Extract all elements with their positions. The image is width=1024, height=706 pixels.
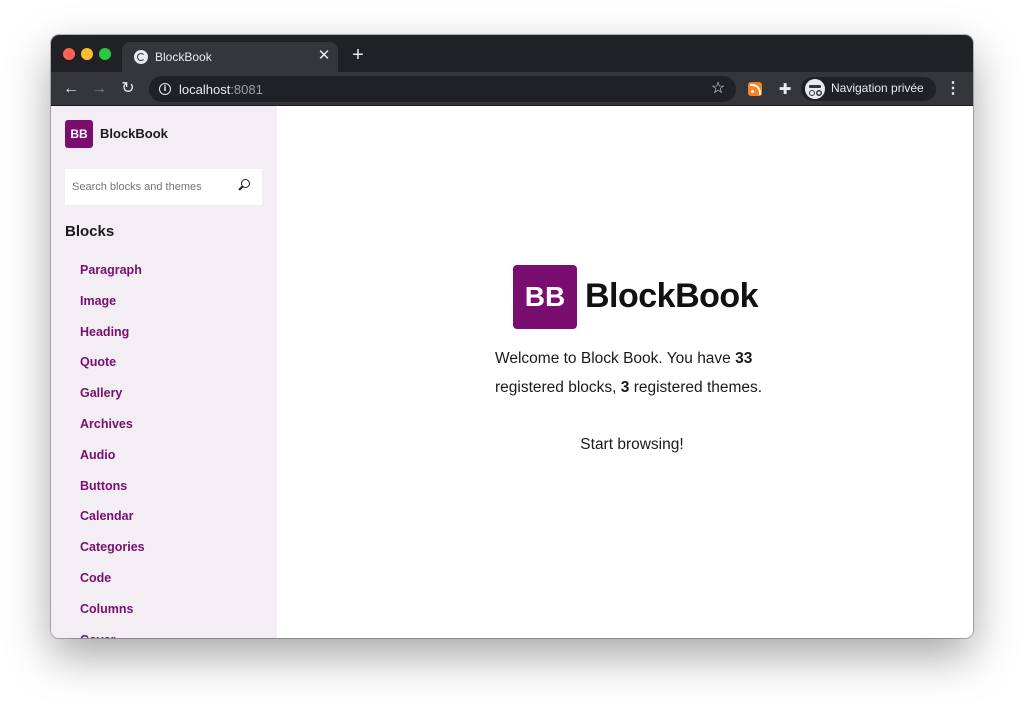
- sidebar-item-gallery[interactable]: Gallery: [80, 378, 145, 409]
- back-arrow-icon[interactable]: ←: [61, 79, 81, 99]
- sidebar-item-categories[interactable]: Categories: [80, 532, 145, 563]
- sidebar-item-heading[interactable]: Heading: [80, 317, 145, 348]
- welcome-prefix: Welcome to Block Book. You have: [495, 350, 736, 367]
- hero-logo: BB BlockBook: [513, 265, 763, 329]
- info-icon[interactable]: i: [159, 83, 171, 95]
- brand-name: BlockBook: [100, 126, 168, 141]
- rss-icon[interactable]: [748, 82, 762, 96]
- url-text[interactable]: localhost:8081: [179, 82, 263, 97]
- brand-logo: BB: [65, 120, 93, 148]
- browser-tab[interactable]: BlockBook ✕: [122, 42, 338, 72]
- incognito-icon: [805, 79, 825, 99]
- maximize-window-button[interactable]: [99, 48, 111, 60]
- sidebar-item-columns[interactable]: Columns: [80, 594, 145, 625]
- sidebar-item-cover[interactable]: Cover: [80, 625, 145, 638]
- close-window-button[interactable]: [63, 48, 75, 60]
- sidebar-item-archives[interactable]: Archives: [80, 409, 145, 440]
- welcome-middle: registered blocks,: [495, 379, 621, 396]
- forward-arrow-icon[interactable]: →: [89, 79, 109, 99]
- sidebar-item-buttons[interactable]: Buttons: [80, 471, 145, 502]
- tab-close-icon[interactable]: ✕: [316, 47, 332, 65]
- incognito-profile-button[interactable]: Navigation privée: [801, 77, 936, 101]
- start-browsing-text: Start browsing!: [580, 436, 684, 453]
- page-content: BB BlockBook Blocks Paragraph Image Head…: [51, 106, 973, 638]
- search-box: [65, 169, 262, 205]
- sidebar-item-calendar[interactable]: Calendar: [80, 501, 145, 532]
- new-tab-button[interactable]: +: [348, 45, 368, 65]
- address-bar[interactable]: i localhost:8081 ☆: [149, 76, 736, 102]
- url-port: :8081: [230, 82, 263, 97]
- url-host: localhost: [179, 82, 231, 97]
- browser-window: BlockBook ✕ + ← → ↻ i localhost:8081 ☆ ✚…: [51, 35, 973, 638]
- welcome-suffix: registered themes.: [629, 379, 763, 396]
- hero-badge: BB: [513, 265, 577, 329]
- globe-icon: [134, 50, 148, 64]
- block-count: 33: [735, 350, 753, 367]
- sidebar-item-quote[interactable]: Quote: [80, 347, 145, 378]
- tab-title: BlockBook: [155, 50, 212, 64]
- minimize-window-button[interactable]: [81, 48, 93, 60]
- extensions-puzzle-icon[interactable]: ✚: [776, 79, 794, 99]
- blocks-section-title: Blocks: [65, 223, 115, 240]
- search-input[interactable]: [65, 169, 235, 205]
- main-area: BB BlockBook Welcome to Block Book. You …: [277, 106, 973, 638]
- sidebar: BB BlockBook Blocks Paragraph Image Head…: [51, 106, 277, 638]
- more-menu-icon[interactable]: ⋮: [945, 79, 961, 99]
- sidebar-item-audio[interactable]: Audio: [80, 440, 145, 471]
- block-list: Paragraph Image Heading Quote Gallery Ar…: [80, 255, 145, 638]
- profile-label: Navigation privée: [831, 81, 924, 95]
- sidebar-item-code[interactable]: Code: [80, 563, 145, 594]
- welcome-text: Welcome to Block Book. You have 33 regis…: [495, 344, 765, 402]
- search-icon[interactable]: [239, 179, 251, 191]
- hero-title: BlockBook: [585, 277, 759, 315]
- reload-icon[interactable]: ↻: [118, 79, 138, 99]
- sidebar-item-image[interactable]: Image: [80, 286, 145, 317]
- bookmark-star-icon[interactable]: ☆: [709, 79, 727, 99]
- browser-toolbar: ← → ↻ i localhost:8081 ☆ ✚ Navigation pr…: [51, 72, 973, 106]
- title-bar: BlockBook ✕ +: [51, 35, 973, 72]
- sidebar-item-paragraph[interactable]: Paragraph: [80, 255, 145, 286]
